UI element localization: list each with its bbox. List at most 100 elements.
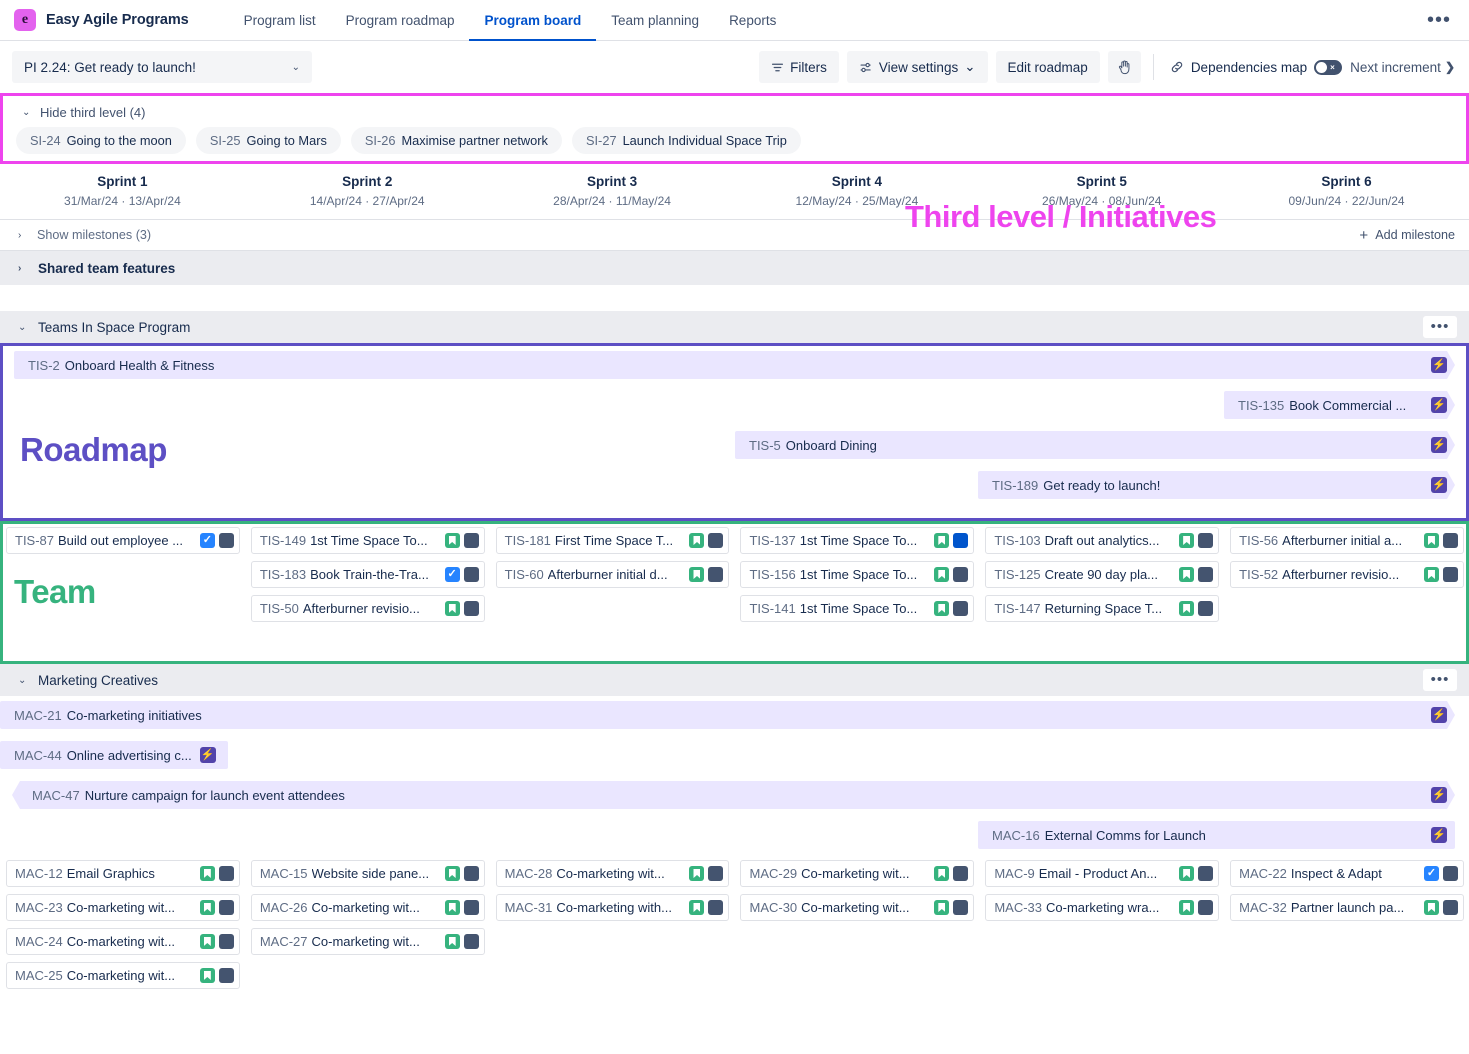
sprint-name: Sprint 1 (97, 174, 148, 189)
issue-summary: Co-marketing wit... (66, 968, 176, 983)
issue-card[interactable]: TIS-52 Afterburner revisio... (1230, 561, 1464, 588)
issue-card[interactable]: TIS-103 Draft out analytics... (985, 527, 1220, 554)
tab-reports[interactable]: Reports (714, 0, 791, 41)
issue-card[interactable]: MAC-31 Co-marketing with... (495, 894, 730, 921)
story-type-icon (934, 900, 950, 915)
story-type-icon (444, 866, 460, 881)
issue-key: MAC-23 (15, 900, 63, 915)
roadmap-bar-row: TIS-2 Onboard Health & Fitness ⚡ (0, 343, 1469, 383)
roadmap-band-marketing-creatives: MAC-21 Co-marketing initiatives ⚡ MAC-44… (0, 696, 1469, 854)
add-milestone-button[interactable]: + Add milestone (1359, 227, 1455, 244)
program-increment-select[interactable]: PI 2.24: Get ready to launch! ⌄ (12, 51, 312, 83)
team-header-teams-in-space-program[interactable]: ⌄ Teams In Space Program ••• (0, 311, 1469, 343)
show-milestones-toggle[interactable]: › Show milestones (3) (18, 228, 151, 242)
team-options-menu[interactable]: ••• (1423, 316, 1457, 338)
tab-program-roadmap[interactable]: Program roadmap (331, 0, 470, 41)
roadmap-bar[interactable]: MAC-21 Co-marketing initiatives ⚡ (0, 701, 1455, 729)
roadmap-bar[interactable]: TIS-2 Onboard Health & Fitness ⚡ (14, 351, 1455, 379)
hide-third-level-toggle[interactable]: ⌄ Hide third level (4) (0, 101, 1469, 127)
roadmap-bar[interactable]: TIS-189 Get ready to launch! ⚡ (978, 471, 1455, 499)
issue-summary: Email - Product An... (1038, 866, 1158, 881)
issue-card[interactable]: MAC-26 Co-marketing wit... (250, 894, 485, 921)
issue-card[interactable]: MAC-9 Email - Product An... (985, 860, 1220, 887)
issue-card[interactable]: TIS-156 1st Time Space To... (740, 561, 975, 588)
issue-card[interactable]: TIS-125 Create 90 day pla... (985, 561, 1220, 588)
avatar (708, 866, 724, 881)
issue-card[interactable]: TIS-181 First Time Space T... (495, 527, 730, 554)
issue-card[interactable]: TIS-149 1st Time Space To... (250, 527, 485, 554)
issue-card[interactable]: MAC-22 Inspect & Adapt ✓ (1230, 860, 1464, 887)
dependencies-map-toggle[interactable]: × (1314, 59, 1343, 75)
issue-card[interactable]: MAC-29 Co-marketing wit... (740, 860, 975, 887)
initiative-chip[interactable]: SI-25 Going to Mars (195, 127, 341, 154)
issue-summary: Get ready to launch! (1043, 477, 1161, 493)
initiative-chip[interactable]: SI-27 Launch Individual Space Trip (571, 127, 801, 154)
tab-team-planning[interactable]: Team planning (596, 0, 714, 41)
roadmap-bar[interactable]: MAC-16 External Comms for Launch ⚡ (978, 821, 1455, 849)
edit-roadmap-label: Edit roadmap (1007, 59, 1088, 75)
roadmap-bar-row: TIS-189 Get ready to launch! ⚡ (0, 463, 1469, 503)
edit-roadmap-button[interactable]: Edit roadmap (995, 51, 1100, 83)
issue-card[interactable]: TIS-87 Build out employee ... ✓ (6, 527, 240, 554)
avatar (953, 866, 969, 881)
initiative-chip[interactable]: SI-24 Going to the moon (16, 127, 186, 154)
lightning-bolt-icon: ⚡ (1431, 787, 1447, 803)
issue-summary: Create 90 day pla... (1044, 567, 1159, 582)
dependencies-map-label: Dependencies map (1190, 59, 1308, 75)
tab-program-list[interactable]: Program list (229, 0, 331, 41)
shared-team-features-row[interactable]: › Shared team features (0, 251, 1469, 285)
issue-card[interactable]: MAC-23 Co-marketing wit... (6, 894, 240, 921)
story-type-icon (689, 567, 705, 582)
tab-program-board[interactable]: Program board (469, 0, 596, 41)
issue-card[interactable]: MAC-33 Co-marketing wra... (985, 894, 1220, 921)
issue-card[interactable]: MAC-25 Co-marketing wit... (6, 962, 240, 989)
issue-card[interactable]: TIS-56 Afterburner initial a... (1230, 527, 1464, 554)
issue-card[interactable]: MAC-28 Co-marketing wit... (495, 860, 730, 887)
issue-card[interactable]: MAC-15 Website side pane... (250, 860, 485, 887)
toggle-off-icon: × (1330, 62, 1335, 72)
view-settings-button[interactable]: View settings ⌄ (846, 51, 988, 83)
filters-button[interactable]: Filters (759, 51, 839, 83)
issue-card[interactable]: MAC-32 Partner launch pa... (1230, 894, 1464, 921)
team-options-menu[interactable]: ••• (1423, 669, 1457, 691)
roadmap-bar[interactable]: MAC-44 Online advertising c... ⚡ (0, 741, 228, 769)
next-increment-button[interactable]: Next increment ❯ (1350, 60, 1457, 75)
roadmap-bar-row: MAC-21 Co-marketing initiatives ⚡ (0, 696, 1469, 736)
issue-card[interactable]: MAC-27 Co-marketing wit... (250, 928, 485, 955)
filters-label: Filters (790, 59, 827, 75)
initiative-chip[interactable]: SI-26 Maximise partner network (350, 127, 562, 154)
sprint-name: Sprint 5 (1076, 174, 1127, 189)
issue-card[interactable]: TIS-141 1st Time Space To... (740, 595, 975, 622)
issue-key: TIS-5 (749, 437, 781, 453)
issue-card[interactable]: TIS-137 1st Time Space To... (740, 527, 975, 554)
roadmap-bar[interactable]: TIS-5 Onboard Dining ⚡ (735, 431, 1455, 459)
sprint-column-header: Sprint 4 12/May/24 · 25/May/24 (734, 164, 979, 219)
task-type-icon: ✓ (199, 533, 215, 548)
pan-tool-button[interactable] (1107, 51, 1141, 83)
more-options-icon[interactable]: ••• (1427, 10, 1455, 30)
issue-card[interactable]: TIS-183 Book Train-the-Tra... ✓ (250, 561, 485, 588)
issue-card[interactable]: MAC-30 Co-marketing wit... (740, 894, 975, 921)
roadmap-bar-row: MAC-47 Nurture campaign for launch event… (0, 776, 1469, 816)
issue-card[interactable]: TIS-147 Returning Space T... (985, 595, 1220, 622)
sprint-name: Sprint 4 (831, 174, 883, 189)
roadmap-bar-row: TIS-135 Book Commercial ... ⚡ (0, 383, 1469, 423)
roadmap-bar[interactable]: MAC-47 Nurture campaign for launch event… (12, 781, 1455, 809)
team-header-marketing-creatives[interactable]: ⌄ Marketing Creatives ••• (0, 664, 1469, 696)
issue-summary: Build out employee ... (58, 533, 184, 548)
chevron-down-icon: ⌄ (291, 61, 300, 73)
dependencies-map-control[interactable]: Dependencies map × (1166, 59, 1343, 75)
issue-summary: Co-marketing wit... (311, 934, 420, 949)
issue-card[interactable]: TIS-50 Afterburner revisio... (250, 595, 485, 622)
issue-summary: Afterburner revisio... (1282, 567, 1400, 582)
issue-card[interactable]: TIS-60 Afterburner initial d... (495, 561, 730, 588)
issue-card[interactable]: MAC-12 Email Graphics (6, 860, 240, 887)
roadmap-bar-row: MAC-44 Online advertising c... ⚡ (0, 736, 1469, 776)
roadmap-bar[interactable]: TIS-135 Book Commercial ... ⚡ (1224, 391, 1455, 419)
issue-key: TIS-183 (259, 567, 307, 582)
sprint-column-header: Sprint 5 26/May/24 · 08/Jun/24 (979, 164, 1224, 219)
avatar (1442, 866, 1458, 881)
issue-key: MAC-22 (1239, 866, 1287, 881)
issue-card[interactable]: MAC-24 Co-marketing wit... (6, 928, 240, 955)
avatar (1442, 533, 1458, 548)
